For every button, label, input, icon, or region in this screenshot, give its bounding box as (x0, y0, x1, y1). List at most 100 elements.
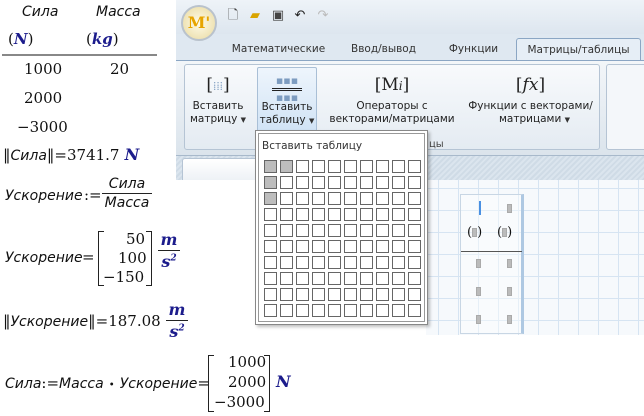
open-folder-icon[interactable]: ▰ (248, 9, 262, 23)
placeholder[interactable] (507, 315, 512, 324)
table-size-cell[interactable] (360, 256, 373, 269)
table-size-cell[interactable] (392, 256, 405, 269)
placeholder[interactable] (476, 315, 481, 324)
placeholder[interactable] (507, 259, 512, 268)
table-size-cell[interactable] (312, 272, 325, 285)
table-size-cell[interactable] (344, 256, 357, 269)
table-size-cell[interactable] (360, 208, 373, 221)
table-size-cell[interactable] (392, 208, 405, 221)
table-size-cell[interactable] (264, 176, 277, 189)
tab-functions[interactable]: Функции (441, 38, 506, 60)
table-size-cell[interactable] (408, 224, 421, 237)
table-size-cell[interactable] (264, 208, 277, 221)
table-size-cell[interactable] (280, 224, 293, 237)
table-size-cell[interactable] (280, 288, 293, 301)
table-size-cell[interactable] (280, 256, 293, 269)
table-size-cell[interactable] (344, 192, 357, 205)
placeholder[interactable] (476, 259, 481, 268)
table-size-cell[interactable] (360, 176, 373, 189)
table-size-cell[interactable] (328, 256, 341, 269)
table-size-cell[interactable] (392, 304, 405, 317)
undo-icon[interactable]: ↶ (293, 9, 307, 23)
table-size-cell[interactable] (264, 288, 277, 301)
app-logo-button[interactable]: M' (181, 5, 217, 41)
table-size-cell[interactable] (280, 272, 293, 285)
placeholder[interactable] (507, 287, 512, 296)
table-size-cell[interactable] (280, 208, 293, 221)
table-size-cell[interactable] (408, 240, 421, 253)
table-size-cell[interactable] (296, 304, 309, 317)
table-size-cell[interactable] (376, 224, 389, 237)
vector-matrix-operators-button[interactable]: [Mi] Операторы с векторами/матрицами ▼ (327, 67, 457, 137)
table-size-grid[interactable] (264, 160, 421, 317)
table-size-cell[interactable] (408, 304, 421, 317)
table-size-cell[interactable] (376, 272, 389, 285)
table-size-cell[interactable] (328, 192, 341, 205)
table-size-cell[interactable] (312, 288, 325, 301)
table-size-cell[interactable] (312, 224, 325, 237)
insert-table-dropdown[interactable]: Вставить таблицу (255, 130, 428, 325)
table-size-cell[interactable] (408, 288, 421, 301)
table-size-cell[interactable] (296, 240, 309, 253)
norm-force-expr[interactable]: ‖Сила‖=3741.7 N (3, 145, 139, 164)
table-size-cell[interactable] (328, 304, 341, 317)
table-size-cell[interactable] (296, 208, 309, 221)
table-size-cell[interactable] (328, 240, 341, 253)
placeholder[interactable] (476, 287, 481, 296)
table-size-cell[interactable] (296, 176, 309, 189)
table-size-cell[interactable] (328, 224, 341, 237)
table-size-cell[interactable] (312, 160, 325, 173)
table-size-cell[interactable] (376, 256, 389, 269)
table-size-cell[interactable] (264, 304, 277, 317)
table-size-cell[interactable] (392, 272, 405, 285)
table-size-cell[interactable] (408, 272, 421, 285)
insert-table-button[interactable]: ▪▪▪ ▪▪▪ Вставить таблицу ▼ (257, 67, 317, 135)
inserted-table[interactable]: () () (460, 194, 524, 334)
table-size-cell[interactable] (360, 192, 373, 205)
table-size-cell[interactable] (344, 176, 357, 189)
table-size-cell[interactable] (296, 272, 309, 285)
table-size-cell[interactable] (376, 288, 389, 301)
redo-icon[interactable]: ↷ (316, 9, 330, 23)
tab-matrices[interactable]: Матрицы/таблицы (516, 38, 641, 60)
table-size-cell[interactable] (328, 272, 341, 285)
table-size-cell[interactable] (360, 160, 373, 173)
table-size-cell[interactable] (408, 192, 421, 205)
table-size-cell[interactable] (312, 192, 325, 205)
table-size-cell[interactable] (344, 272, 357, 285)
table-size-cell[interactable] (328, 288, 341, 301)
tab-io[interactable]: Ввод/вывод (346, 38, 421, 60)
tab-math[interactable]: Математические (226, 38, 331, 60)
vector-matrix-functions-button[interactable]: [fx] Функции с векторами/ матрицами ▼ (463, 67, 598, 135)
table-size-cell[interactable] (312, 240, 325, 253)
table-size-cell[interactable] (264, 272, 277, 285)
table-size-cell[interactable] (360, 240, 373, 253)
table-size-cell[interactable] (392, 240, 405, 253)
table-size-cell[interactable] (264, 192, 277, 205)
table-size-cell[interactable] (280, 240, 293, 253)
table-size-cell[interactable] (296, 256, 309, 269)
table-size-cell[interactable] (376, 304, 389, 317)
table-size-cell[interactable] (344, 208, 357, 221)
table-size-cell[interactable] (360, 224, 373, 237)
table-size-cell[interactable] (296, 224, 309, 237)
table-size-cell[interactable] (328, 176, 341, 189)
table-size-cell[interactable] (408, 256, 421, 269)
table-size-cell[interactable] (344, 160, 357, 173)
table-size-cell[interactable] (376, 160, 389, 173)
table-size-cell[interactable] (392, 176, 405, 189)
table-size-cell[interactable] (408, 176, 421, 189)
table-size-cell[interactable] (328, 160, 341, 173)
table-size-cell[interactable] (344, 224, 357, 237)
unit-placeholder[interactable]: () (497, 225, 512, 240)
table-size-cell[interactable] (312, 304, 325, 317)
table-size-cell[interactable] (296, 192, 309, 205)
table-size-cell[interactable] (328, 208, 341, 221)
table-size-cell[interactable] (360, 288, 373, 301)
table-size-cell[interactable] (312, 256, 325, 269)
table-size-cell[interactable] (408, 208, 421, 221)
table-size-cell[interactable] (344, 288, 357, 301)
table-size-cell[interactable] (376, 208, 389, 221)
table-size-cell[interactable] (392, 288, 405, 301)
table-size-cell[interactable] (392, 224, 405, 237)
